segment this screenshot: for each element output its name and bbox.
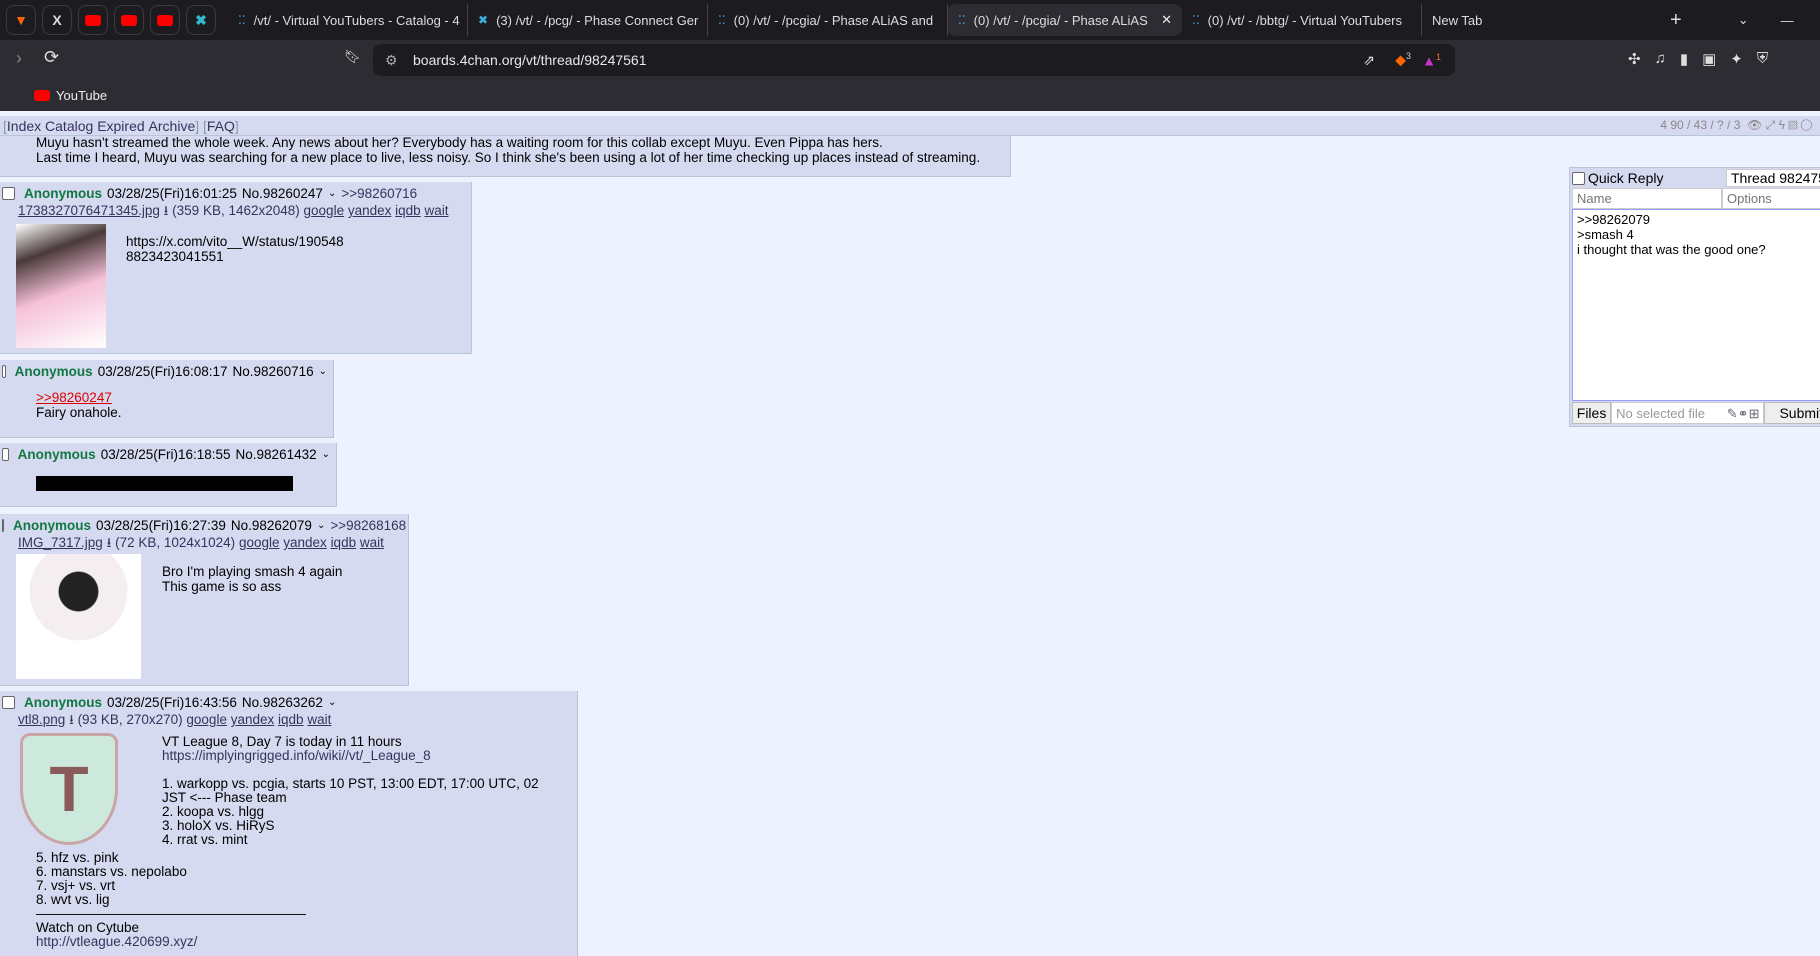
chat-icon[interactable]: ◯ [1801, 118, 1812, 132]
spoiler-text[interactable] [36, 476, 293, 491]
post-menu-chevron-icon[interactable]: ⌄ [322, 449, 330, 460]
minimize-icon[interactable]: — [1781, 13, 1794, 28]
post-menu-chevron-icon[interactable]: ⌄ [317, 520, 325, 531]
forward-icon[interactable]: › [16, 48, 22, 69]
brave-rewards-icon[interactable]: ▲1 [1422, 52, 1441, 69]
post: Anonymous 03/28/25(Fri)16:18:55 No.9826143… [0, 443, 337, 507]
download-icon[interactable]: ⭳ [69, 712, 74, 727]
post-thumbnail[interactable]: T [20, 733, 118, 845]
tab[interactable]: ⁚⁚ (0) /vt/ - /bbtg/ - Virtual YouTubers [1182, 4, 1422, 36]
pinned-tab-phase[interactable]: ✖ [186, 5, 216, 35]
post: Anonymous 03/28/25(Fri)16:27:39 No.9826207… [0, 514, 409, 686]
file-link[interactable]: vtl8.png [18, 712, 65, 727]
post-menu-chevron-icon[interactable]: ⌄ [328, 697, 336, 708]
nav-faq[interactable]: FAQ [207, 118, 235, 134]
comment-textarea[interactable] [1572, 209, 1820, 401]
board-nav: [Index Catalog Expired Archive] [FAQ] 4 … [0, 116, 1820, 136]
share-icon[interactable]: ⇗ [1363, 52, 1375, 69]
thread-page: [Index Catalog Expired Archive] [FAQ] 4 … [0, 111, 1820, 956]
thread-select[interactable] [1726, 169, 1820, 187]
leo-ai-icon[interactable]: ✦ [1730, 50, 1743, 68]
tab[interactable]: ✖ (3) /vt/ - /pcg/ - Phase Connect Ger [468, 4, 708, 36]
tab-active[interactable]: ⁚⁚ (0) /vt/ - /pcgia/ - Phase ALiAS ✕ [948, 4, 1182, 36]
file-link[interactable]: 1738327076471345.jpg [18, 203, 160, 218]
post-checkbox[interactable] [2, 365, 6, 378]
options-input[interactable] [1722, 188, 1820, 209]
download-icon[interactable]: ⭳ [107, 535, 112, 550]
address-bar[interactable]: ⚙︎ boards.4chan.org/vt/thread/98247561 ⇗… [373, 44, 1455, 76]
thread-stats: 4 90 / 43 / ? / 3 👁︎ ⤢ ϟ ▨ ◯ [1660, 118, 1812, 132]
lightning-icon[interactable]: ϟ [1779, 118, 1785, 132]
post: Anonymous 03/28/25(Fri)16:43:56 No.9826326… [0, 691, 578, 956]
post: Anonymous 03/28/25(Fri)16:01:25 No.9826024… [0, 182, 472, 354]
post-menu-chevron-icon[interactable]: ⌄ [328, 188, 336, 199]
post-checkbox[interactable] [2, 519, 4, 532]
pinned-tab-youtube[interactable] [150, 5, 180, 35]
post: Muyu hasn't streamed the whole week. Any… [0, 129, 1011, 177]
files-button[interactable]: Files [1572, 402, 1612, 424]
favicon-icon: ⁚⁚ [1192, 13, 1200, 27]
download-icon[interactable]: ⭳ [164, 203, 169, 218]
quick-reply-window: Quick Reply Files No selected file✎⚭⊞ Su… [1569, 167, 1820, 427]
post-thumbnail[interactable] [16, 554, 141, 679]
post: Anonymous 03/28/25(Fri)16:08:17 No.9826071… [0, 360, 334, 438]
vpn-icon[interactable]: ⛨ [1757, 50, 1768, 68]
eye-icon[interactable]: 👁︎ [1747, 118, 1762, 132]
pinned-tab-x[interactable]: X [42, 5, 72, 35]
extensions-icon[interactable]: ✣ [1628, 50, 1641, 68]
reload-icon[interactable]: ⟳ [44, 47, 59, 68]
media-icon[interactable]: ♫ [1655, 50, 1666, 68]
bookmark-youtube[interactable]: YouTube [34, 88, 107, 103]
new-tab-icon[interactable]: + [1670, 9, 1682, 32]
bookmark-icon[interactable]: 🔖︎ [344, 49, 361, 65]
youtube-icon [34, 89, 50, 101]
favicon-icon: ⁚⁚ [718, 13, 726, 27]
tab[interactable]: ⁚⁚/vt/ - Virtual YouTubers - Catalog - 4 [228, 4, 468, 36]
pinned-tab-youtube[interactable] [114, 5, 144, 35]
pinned-tab-youtube[interactable] [78, 5, 108, 35]
cytube-link[interactable]: http://vtleague.420699.xyz/ [36, 934, 197, 949]
tab-new[interactable]: New Tab [1422, 4, 1622, 36]
expand-icon[interactable]: ⤢ [1766, 118, 1776, 132]
post-checkbox[interactable] [2, 448, 9, 461]
close-tab-icon[interactable]: ✕ [1161, 12, 1172, 28]
file-field[interactable]: No selected file ✎⚭⊞ [1611, 402, 1765, 424]
bookmarks-bar: YouTube [0, 79, 1820, 111]
favicon-icon: ⁚⁚ [238, 13, 246, 27]
favicon-icon: ✖ [478, 13, 489, 27]
sidebar-icon[interactable]: ▮ [1680, 50, 1688, 68]
nav-index[interactable]: Index [7, 118, 41, 134]
tab-bar: ▼ X ✖ ⁚⁚/vt/ - Virtual YouTubers - Catal… [0, 0, 1820, 40]
edit-icon[interactable]: ✎ [1727, 406, 1738, 421]
toolbar: › ⟳ 🔖︎ ⚙︎ boards.4chan.org/vt/thread/982… [0, 40, 1820, 79]
add-icon[interactable]: ⊞ [1749, 406, 1760, 421]
image-icon[interactable]: ▨ [1788, 118, 1797, 132]
post-checkbox[interactable] [2, 187, 15, 200]
brave-shields-icon[interactable]: ◆3 [1395, 51, 1411, 69]
pinned-tab-brave[interactable]: ▼ [6, 5, 36, 35]
file-link[interactable]: IMG_7317.jpg [18, 535, 103, 550]
name-input[interactable] [1572, 188, 1722, 209]
link-icon[interactable]: ⚭ [1738, 406, 1749, 421]
submit-button[interactable]: Submit [1764, 402, 1820, 424]
nav-expired[interactable]: Expired [97, 118, 144, 134]
tab[interactable]: ⁚⁚ (0) /vt/ - /pcgia/ - Phase ALiAS and [708, 4, 948, 36]
nav-archive[interactable]: Archive [149, 118, 196, 134]
post-checkbox[interactable] [2, 696, 15, 709]
site-settings-icon[interactable]: ⚙︎ [385, 52, 398, 69]
nav-catalog[interactable]: Catalog [45, 118, 93, 134]
post-thumbnail[interactable] [16, 224, 106, 348]
post-menu-chevron-icon[interactable]: ⌄ [319, 366, 327, 377]
tab-list-chevron-icon[interactable]: ⌄ [1738, 12, 1749, 28]
wallet-icon[interactable]: ▣ [1702, 50, 1716, 68]
quick-reply-pin-checkbox[interactable] [1572, 171, 1585, 185]
favicon-icon: ⁚⁚ [958, 13, 966, 27]
